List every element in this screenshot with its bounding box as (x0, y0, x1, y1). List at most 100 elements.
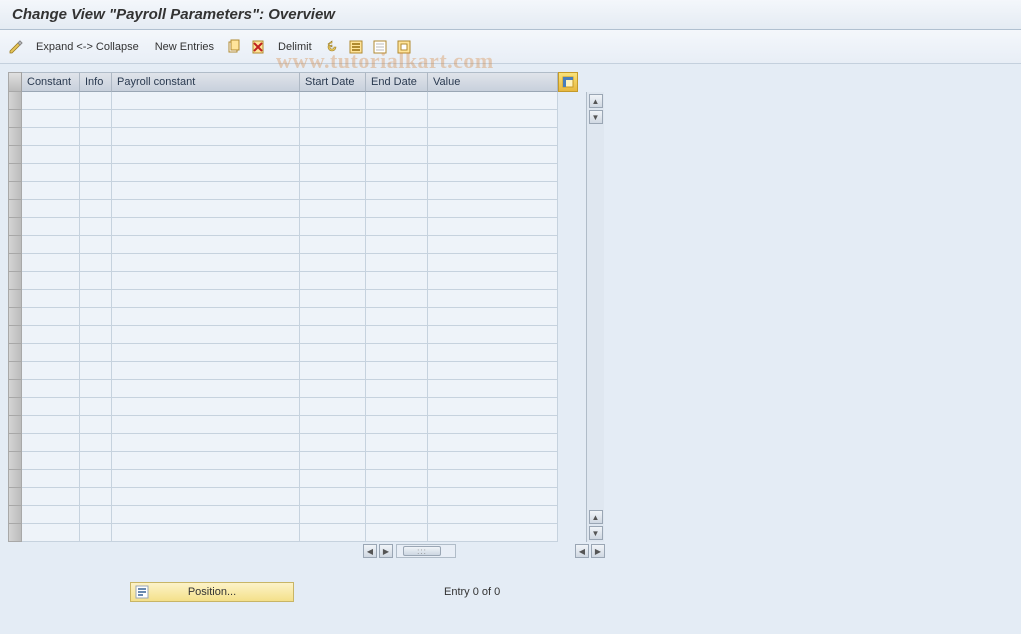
cell-value[interactable] (428, 308, 558, 326)
cell-info[interactable] (80, 326, 112, 344)
cell-info[interactable] (80, 92, 112, 110)
copy-icon[interactable] (226, 39, 242, 55)
cell-payroll-constant[interactable] (112, 344, 300, 362)
cell-payroll-constant[interactable] (112, 146, 300, 164)
row-selector[interactable] (8, 110, 22, 128)
table-row[interactable] (8, 182, 558, 200)
table-row[interactable] (8, 380, 558, 398)
select-all-rows[interactable] (8, 72, 22, 92)
select-all-icon[interactable] (348, 39, 364, 55)
cell-start-date[interactable] (300, 326, 366, 344)
scroll-last-icon[interactable]: ▶ (591, 544, 605, 558)
cell-info[interactable] (80, 452, 112, 470)
cell-payroll-constant[interactable] (112, 416, 300, 434)
table-row[interactable] (8, 416, 558, 434)
table-row[interactable] (8, 524, 558, 542)
cell-value[interactable] (428, 452, 558, 470)
row-selector[interactable] (8, 470, 22, 488)
cell-constant[interactable] (22, 416, 80, 434)
cell-constant[interactable] (22, 128, 80, 146)
table-row[interactable] (8, 398, 558, 416)
cell-payroll-constant[interactable] (112, 470, 300, 488)
cell-constant[interactable] (22, 452, 80, 470)
cell-start-date[interactable] (300, 272, 366, 290)
cell-value[interactable] (428, 344, 558, 362)
row-selector[interactable] (8, 146, 22, 164)
row-selector[interactable] (8, 290, 22, 308)
cell-constant[interactable] (22, 308, 80, 326)
cell-payroll-constant[interactable] (112, 380, 300, 398)
cell-value[interactable] (428, 488, 558, 506)
row-selector[interactable] (8, 524, 22, 542)
cell-info[interactable] (80, 488, 112, 506)
row-selector[interactable] (8, 254, 22, 272)
cell-info[interactable] (80, 308, 112, 326)
cell-constant[interactable] (22, 200, 80, 218)
cell-end-date[interactable] (366, 182, 428, 200)
cell-info[interactable] (80, 200, 112, 218)
cell-info[interactable] (80, 506, 112, 524)
cell-payroll-constant[interactable] (112, 182, 300, 200)
cell-end-date[interactable] (366, 380, 428, 398)
cell-start-date[interactable] (300, 92, 366, 110)
cell-end-date[interactable] (366, 506, 428, 524)
cell-start-date[interactable] (300, 488, 366, 506)
cell-payroll-constant[interactable] (112, 362, 300, 380)
cell-info[interactable] (80, 128, 112, 146)
cell-start-date[interactable] (300, 362, 366, 380)
cell-value[interactable] (428, 182, 558, 200)
cell-start-date[interactable] (300, 434, 366, 452)
row-selector[interactable] (8, 182, 22, 200)
cell-end-date[interactable] (366, 164, 428, 182)
cell-info[interactable] (80, 434, 112, 452)
cell-start-date[interactable] (300, 344, 366, 362)
cell-payroll-constant[interactable] (112, 488, 300, 506)
scroll-up-end-icon[interactable]: ▲ (589, 510, 603, 524)
col-header-start-date[interactable]: Start Date (300, 72, 366, 92)
scroll-left-icon[interactable]: ▶ (379, 544, 393, 558)
table-config-icon[interactable] (558, 72, 578, 92)
cell-constant[interactable] (22, 254, 80, 272)
cell-payroll-constant[interactable] (112, 110, 300, 128)
cell-info[interactable] (80, 362, 112, 380)
cell-value[interactable] (428, 434, 558, 452)
table-row[interactable] (8, 326, 558, 344)
row-selector[interactable] (8, 488, 22, 506)
cell-payroll-constant[interactable] (112, 92, 300, 110)
cell-constant[interactable] (22, 236, 80, 254)
delete-icon[interactable] (250, 39, 266, 55)
table-row[interactable] (8, 452, 558, 470)
cell-payroll-constant[interactable] (112, 398, 300, 416)
cell-info[interactable] (80, 182, 112, 200)
cell-start-date[interactable] (300, 200, 366, 218)
deselect-all-icon[interactable] (372, 39, 388, 55)
scroll-down-icon[interactable]: ▼ (589, 110, 603, 124)
cell-start-date[interactable] (300, 290, 366, 308)
cell-end-date[interactable] (366, 452, 428, 470)
cell-end-date[interactable] (366, 110, 428, 128)
table-row[interactable] (8, 506, 558, 524)
cell-constant[interactable] (22, 344, 80, 362)
cell-start-date[interactable] (300, 380, 366, 398)
cell-value[interactable] (428, 128, 558, 146)
cell-end-date[interactable] (366, 308, 428, 326)
cell-info[interactable] (80, 524, 112, 542)
cell-info[interactable] (80, 380, 112, 398)
col-header-end-date[interactable]: End Date (366, 72, 428, 92)
cell-start-date[interactable] (300, 506, 366, 524)
row-selector[interactable] (8, 218, 22, 236)
cell-info[interactable] (80, 416, 112, 434)
cell-payroll-constant[interactable] (112, 272, 300, 290)
scroll-down-end-icon[interactable]: ▼ (589, 526, 603, 540)
cell-payroll-constant[interactable] (112, 254, 300, 272)
cell-end-date[interactable] (366, 416, 428, 434)
cell-value[interactable] (428, 506, 558, 524)
cell-start-date[interactable] (300, 128, 366, 146)
cell-value[interactable] (428, 92, 558, 110)
cell-payroll-constant[interactable] (112, 452, 300, 470)
cell-value[interactable] (428, 272, 558, 290)
cell-start-date[interactable] (300, 182, 366, 200)
table-row[interactable] (8, 218, 558, 236)
expand-collapse-button[interactable]: Expand <-> Collapse (32, 39, 143, 55)
scroll-right-icon[interactable]: ◀ (575, 544, 589, 558)
